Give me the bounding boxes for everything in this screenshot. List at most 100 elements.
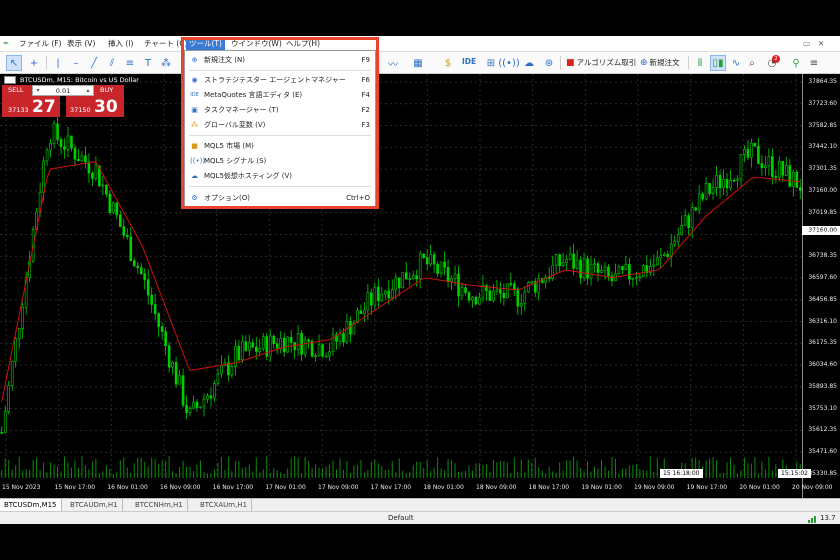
candle-body [432,254,436,265]
tab-btcxaum[interactable]: BTCXAUm,H1 [196,499,253,511]
candle-body [586,258,589,279]
bar-chart-icon[interactable]: ⫴ [692,55,708,71]
lot-size-input[interactable]: ▾ 0.01 ▴ [32,85,94,96]
notification-badge: 2 [772,55,780,63]
ide-button[interactable]: IDE [462,57,476,66]
menu-file[interactable]: ファイル (F) [16,38,65,50]
candle-body [275,343,279,349]
candle-body [502,292,506,299]
menu-item-options[interactable]: ⚙ オプション(O) Ctrl+O [185,191,375,205]
cloud-icon[interactable]: ☁ [521,55,537,71]
price-tick-label: 35893.85 [808,382,837,390]
candle-body [701,193,704,200]
menu-item-task-manager[interactable]: ▣ タスクマネージャー (T) F2 [185,103,375,117]
buy-price-big: 30 [94,97,118,117]
candle-body [268,335,272,357]
candle-body [711,187,715,194]
candle-body [14,338,17,362]
vps-icon[interactable]: ⊛ [541,55,557,71]
time-cursor-label: 15 16:18:00 [660,469,703,478]
candle-body [143,273,147,280]
menu-insert[interactable]: 挿入 (I) [105,38,136,50]
templates-icon[interactable]: ▦ [410,55,426,71]
candle-body [523,291,527,304]
candle-body [621,266,624,270]
time-tick-label: 15 Nov 2023 [2,484,41,491]
candle-body [366,292,370,311]
menu-view[interactable]: 表示 (V) [64,38,98,50]
candle-body [422,253,425,258]
horizontal-line-icon[interactable]: – [68,55,84,71]
candle-chart-icon[interactable]: ▯▮ [710,55,726,71]
search-icon[interactable]: ⌕ [744,55,760,71]
new-order-icon: ⊕ [640,57,648,68]
window-restore-icon[interactable]: ▭ [800,38,813,50]
menu-chart[interactable]: チャート (C) [141,38,190,50]
fibonacci-icon[interactable]: ≡ [122,55,138,71]
more-icon[interactable]: ≡ [806,55,822,71]
candle-body [478,297,481,305]
menu-item-new-order[interactable]: ⊕ 新規注文 (N) F9 [185,53,375,67]
time-cursor-label-2: 15:15:02 [778,469,811,478]
gear-icon: ⚙ [191,194,198,202]
candle-body [725,179,729,189]
window-close-icon[interactable]: ✕ [815,38,827,50]
price-tick-label: 36175.35 [808,339,837,347]
new-order-label: 新規注文 [649,58,680,67]
candle-body [3,411,7,433]
line-chart-icon[interactable]: 〰 [385,55,401,71]
trendline-icon[interactable]: ╱ [86,55,102,71]
text-tool-icon[interactable]: T [140,55,156,71]
menu-tools[interactable]: ツール(T) [186,38,225,50]
price-tick-label: 37864.35 [808,78,837,85]
candle-body [108,193,112,214]
channel-icon[interactable]: ⫽ [104,55,120,71]
candle-body [739,154,743,180]
menu-item-agent-manager[interactable]: ◉ ストラテジテスター エージェントマネジャー F6 [185,73,375,87]
signal-icon[interactable]: ((•)) [498,55,520,71]
algo-trading-button[interactable]: ■ アルゴリズム取引 [566,57,636,68]
menu-item-mql5-vps[interactable]: ☁ MQL5仮想ホスティング (V) [185,169,375,183]
profile-label: Default [388,514,414,522]
cursor-tool-icon[interactable]: ↖ [6,55,22,71]
ide-icon: IDE [190,92,199,98]
candle-body [181,375,185,406]
toolbar-divider [688,56,689,70]
candle-body [401,272,405,289]
candle-body [52,123,56,144]
account-icon[interactable]: ⚲ [788,55,804,71]
menu-item-mql5-signals[interactable]: ((•)) MQL5 シグナル (S) [185,154,375,168]
menu-window[interactable]: ウインドウ(W) [228,38,285,50]
menu-item-global-variables[interactable]: ⁂ グローバル変数 (V) F3 [185,118,375,132]
candle-body [167,345,171,368]
tab-btcusdm[interactable]: BTCUSDm,M15 [0,499,62,511]
tab-btcaudm[interactable]: BTCAUDm,H1 [66,499,123,511]
indicators-icon[interactable]: $ [440,55,456,71]
candle-body [132,260,136,267]
candle-body [153,304,157,314]
menu-item-label: グローバル変数 (V) [204,121,266,129]
lot-decrease-icon[interactable]: ▾ [34,86,42,95]
crosshair-tool-icon[interactable]: + [26,55,42,71]
tab-btccnhm[interactable]: BTCCNHm,H1 [131,499,188,511]
line-chart-type-icon[interactable]: ∿ [728,55,744,71]
menu-help[interactable]: ヘルプ(H) [283,38,323,50]
candle-body [272,335,276,344]
menu-item-metaeditor[interactable]: IDE MetaQuotes 言語エディタ (E) F4 [185,88,375,102]
candle-body [457,273,460,297]
candle-body [234,345,237,368]
vertical-line-icon[interactable]: | [50,55,66,71]
candle-body [94,165,98,179]
candle-body [185,404,188,413]
candle-body [248,342,251,351]
menu-item-mql5-market[interactable]: ■ MQL5 市場 (M) [185,139,375,153]
price-chart[interactable]: BTCUSDm, M15: Bitcoin vs US Dollar SELL … [0,74,840,498]
shapes-icon[interactable]: ⁂ [158,55,174,71]
lot-increase-icon[interactable]: ▴ [84,86,92,95]
candle-body [296,332,300,350]
candle-body [760,163,764,168]
toolbar: ↖ + | – ╱ ⫽ ≡ T ⁂ 〰 ▦ $ IDE ⊞ ((•)) ☁ ⊛ … [0,52,840,74]
candle-body [199,406,202,409]
strategy-tester-icon[interactable]: ⊞ [483,55,499,71]
new-order-button[interactable]: ⊕ 新規注文 [640,57,680,68]
